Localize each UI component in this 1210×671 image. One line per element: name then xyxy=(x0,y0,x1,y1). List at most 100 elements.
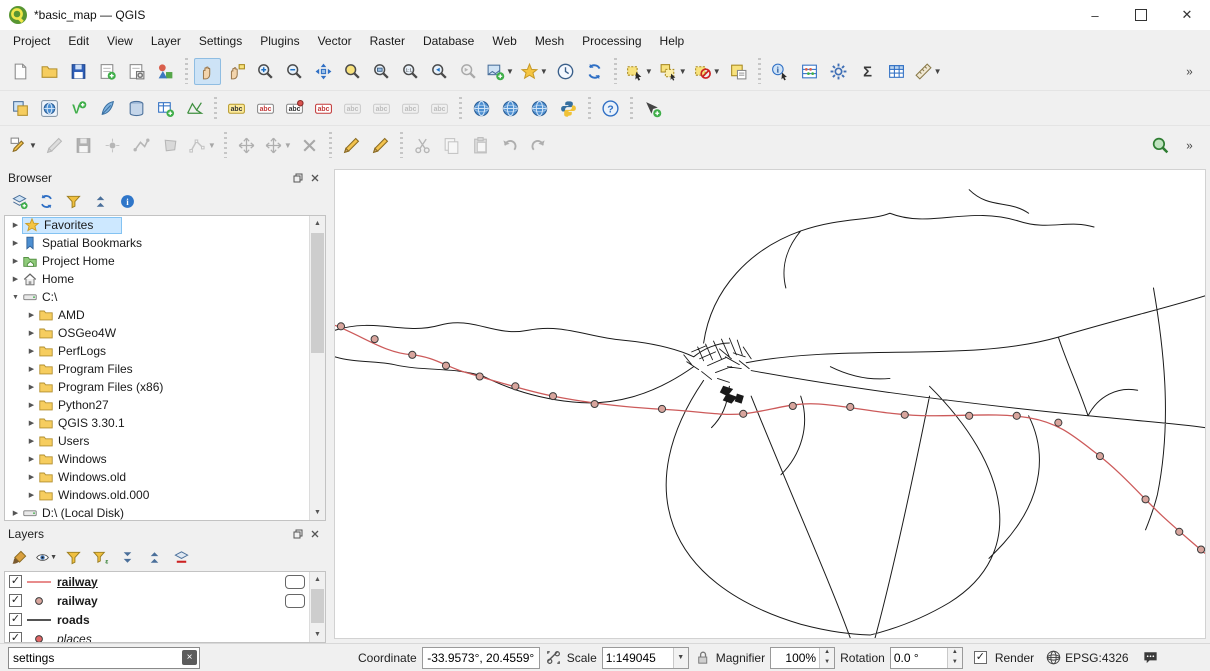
menu-help[interactable]: Help xyxy=(651,31,694,51)
osm-place-search-button[interactable] xyxy=(1147,132,1174,159)
toolbar-overflow-button[interactable]: » xyxy=(1176,58,1203,85)
select-by-form-button[interactable]: ▼ xyxy=(657,58,689,85)
expander-icon[interactable]: ▶ xyxy=(25,311,38,319)
expander-icon[interactable]: ▶ xyxy=(9,239,22,247)
new-print-layout-button[interactable] xyxy=(94,58,121,85)
browser-item-users[interactable]: ▶Users xyxy=(5,432,309,450)
crs-status[interactable]: EPSG:4326 xyxy=(1045,649,1128,666)
browser-item-amd[interactable]: ▶AMD xyxy=(5,306,309,324)
layer-checkbox[interactable]: ✓ xyxy=(9,632,22,642)
spatial-bookmarks-button[interactable]: ▼ xyxy=(518,58,550,85)
render-checkbox[interactable]: ✓ xyxy=(974,651,987,664)
browser-item-python27[interactable]: ▶Python27 xyxy=(5,396,309,414)
filter-by-expression-button[interactable]: ε xyxy=(88,545,112,569)
close-panel-icon[interactable] xyxy=(308,527,322,541)
expander-icon[interactable]: ▶ xyxy=(9,257,22,265)
remove-layer-button[interactable] xyxy=(169,545,193,569)
temporal-controller-button[interactable] xyxy=(552,58,579,85)
vertex-editor-button[interactable] xyxy=(639,95,666,122)
layer-badge-icon[interactable] xyxy=(285,575,305,589)
pan-to-selection-button[interactable] xyxy=(223,58,250,85)
metasearch-catalog-button[interactable] xyxy=(36,95,63,122)
browser-item-windows-old[interactable]: ▶Windows.old xyxy=(5,468,309,486)
locator-search[interactable]: × xyxy=(8,647,200,669)
menu-layer[interactable]: Layer xyxy=(142,31,190,51)
coordinate-input[interactable] xyxy=(422,647,540,669)
zoom-in-button[interactable] xyxy=(252,58,279,85)
expander-icon[interactable]: ▶ xyxy=(9,275,22,283)
select-by-value-button[interactable] xyxy=(725,58,752,85)
select-features-button[interactable]: ▼ xyxy=(623,58,655,85)
scroll-thumb[interactable] xyxy=(311,233,324,353)
filter-browser-button[interactable] xyxy=(61,189,85,213)
highlight-pinned-labels-button[interactable]: abc xyxy=(310,95,337,122)
refresh-browser-button[interactable] xyxy=(34,189,58,213)
expander-icon[interactable]: ▶ xyxy=(25,383,38,391)
render-toggle[interactable]: ✓ Render xyxy=(974,651,1034,665)
expander-icon[interactable]: ▶ xyxy=(25,401,38,409)
zoom-last-button[interactable] xyxy=(426,58,453,85)
annotation-pencil-button[interactable] xyxy=(367,132,394,159)
layer-labeling-button[interactable]: abc xyxy=(223,95,250,122)
spin-up-icon[interactable]: ▲ xyxy=(820,648,834,658)
expander-icon[interactable]: ▶ xyxy=(9,509,22,517)
pin-labels-button[interactable]: abc xyxy=(281,95,308,122)
web-globe-2-button[interactable] xyxy=(497,95,524,122)
statistical-summary-button[interactable] xyxy=(796,58,823,85)
spin-down-icon[interactable]: ▼ xyxy=(820,658,834,668)
close-panel-icon[interactable] xyxy=(308,171,322,185)
toolbar-overflow-2-button[interactable]: » xyxy=(1176,132,1203,159)
map-canvas[interactable] xyxy=(334,169,1206,639)
menu-web[interactable]: Web xyxy=(483,31,525,51)
browser-item-windows-old-000[interactable]: ▶Windows.old.000 xyxy=(5,486,309,504)
scroll-up-icon[interactable]: ▲ xyxy=(310,216,325,231)
lock-scale-icon[interactable] xyxy=(694,649,711,666)
expander-icon[interactable]: ▶ xyxy=(25,491,38,499)
new-map-view-button[interactable]: ▼ xyxy=(484,58,516,85)
browser-item-spatial-bookmarks[interactable]: ▶Spatial Bookmarks xyxy=(5,234,309,252)
scroll-thumb[interactable] xyxy=(311,589,324,623)
zoom-to-selection-button[interactable] xyxy=(339,58,366,85)
manage-map-themes-button[interactable]: ▼ xyxy=(34,545,58,569)
layer-row-railway[interactable]: ✓railway xyxy=(5,591,309,610)
menu-mesh[interactable]: Mesh xyxy=(526,31,573,51)
show-statistics-button[interactable]: Σ xyxy=(854,58,881,85)
rotation-spin[interactable]: ▲▼ xyxy=(890,647,963,669)
expander-icon[interactable]: ▶ xyxy=(25,473,38,481)
web-globe-1-button[interactable] xyxy=(468,95,495,122)
scroll-track[interactable] xyxy=(310,587,325,627)
menu-plugins[interactable]: Plugins xyxy=(251,31,308,51)
scale-dropdown-icon[interactable]: ▼ xyxy=(673,648,688,668)
current-edits-button[interactable]: ▼ xyxy=(7,132,39,159)
expander-icon[interactable]: ▶ xyxy=(25,365,38,373)
scroll-track[interactable] xyxy=(310,231,325,505)
menu-settings[interactable]: Settings xyxy=(190,31,251,51)
expand-all-layers-button[interactable] xyxy=(115,545,139,569)
browser-item-qgis-3-30-1[interactable]: ▶QGIS 3.30.1 xyxy=(5,414,309,432)
new-spatialite-layer-button[interactable] xyxy=(123,95,150,122)
browser-item-osgeo4w[interactable]: ▶OSGeo4W xyxy=(5,324,309,342)
zoom-out-button[interactable] xyxy=(281,58,308,85)
open-layer-styling-button[interactable] xyxy=(7,545,31,569)
python-console-button[interactable] xyxy=(555,95,582,122)
identify-features-button[interactable]: i xyxy=(767,58,794,85)
scroll-down-icon[interactable]: ▼ xyxy=(310,505,325,520)
layer-diagram-button[interactable]: abc xyxy=(252,95,279,122)
web-globe-3-button[interactable] xyxy=(526,95,553,122)
edit-pencil-button[interactable] xyxy=(338,132,365,159)
clear-search-icon[interactable]: × xyxy=(182,650,197,665)
style-manager-button[interactable] xyxy=(152,58,179,85)
menu-database[interactable]: Database xyxy=(414,31,483,51)
expander-icon[interactable]: ▶ xyxy=(25,329,38,337)
layer-checkbox[interactable]: ✓ xyxy=(9,613,22,626)
expander-icon[interactable]: ▶ xyxy=(9,221,22,229)
magnifier-input[interactable] xyxy=(771,648,819,668)
new-virtual-layer-button[interactable] xyxy=(152,95,179,122)
layer-checkbox[interactable]: ✓ xyxy=(9,594,22,607)
new-project-button[interactable] xyxy=(7,58,34,85)
expander-icon[interactable]: ▶ xyxy=(25,455,38,463)
zoom-full-button[interactable] xyxy=(310,58,337,85)
expander-icon[interactable]: ▼ xyxy=(9,294,22,301)
new-mesh-layer-button[interactable] xyxy=(181,95,208,122)
data-source-manager-button[interactable] xyxy=(7,95,34,122)
